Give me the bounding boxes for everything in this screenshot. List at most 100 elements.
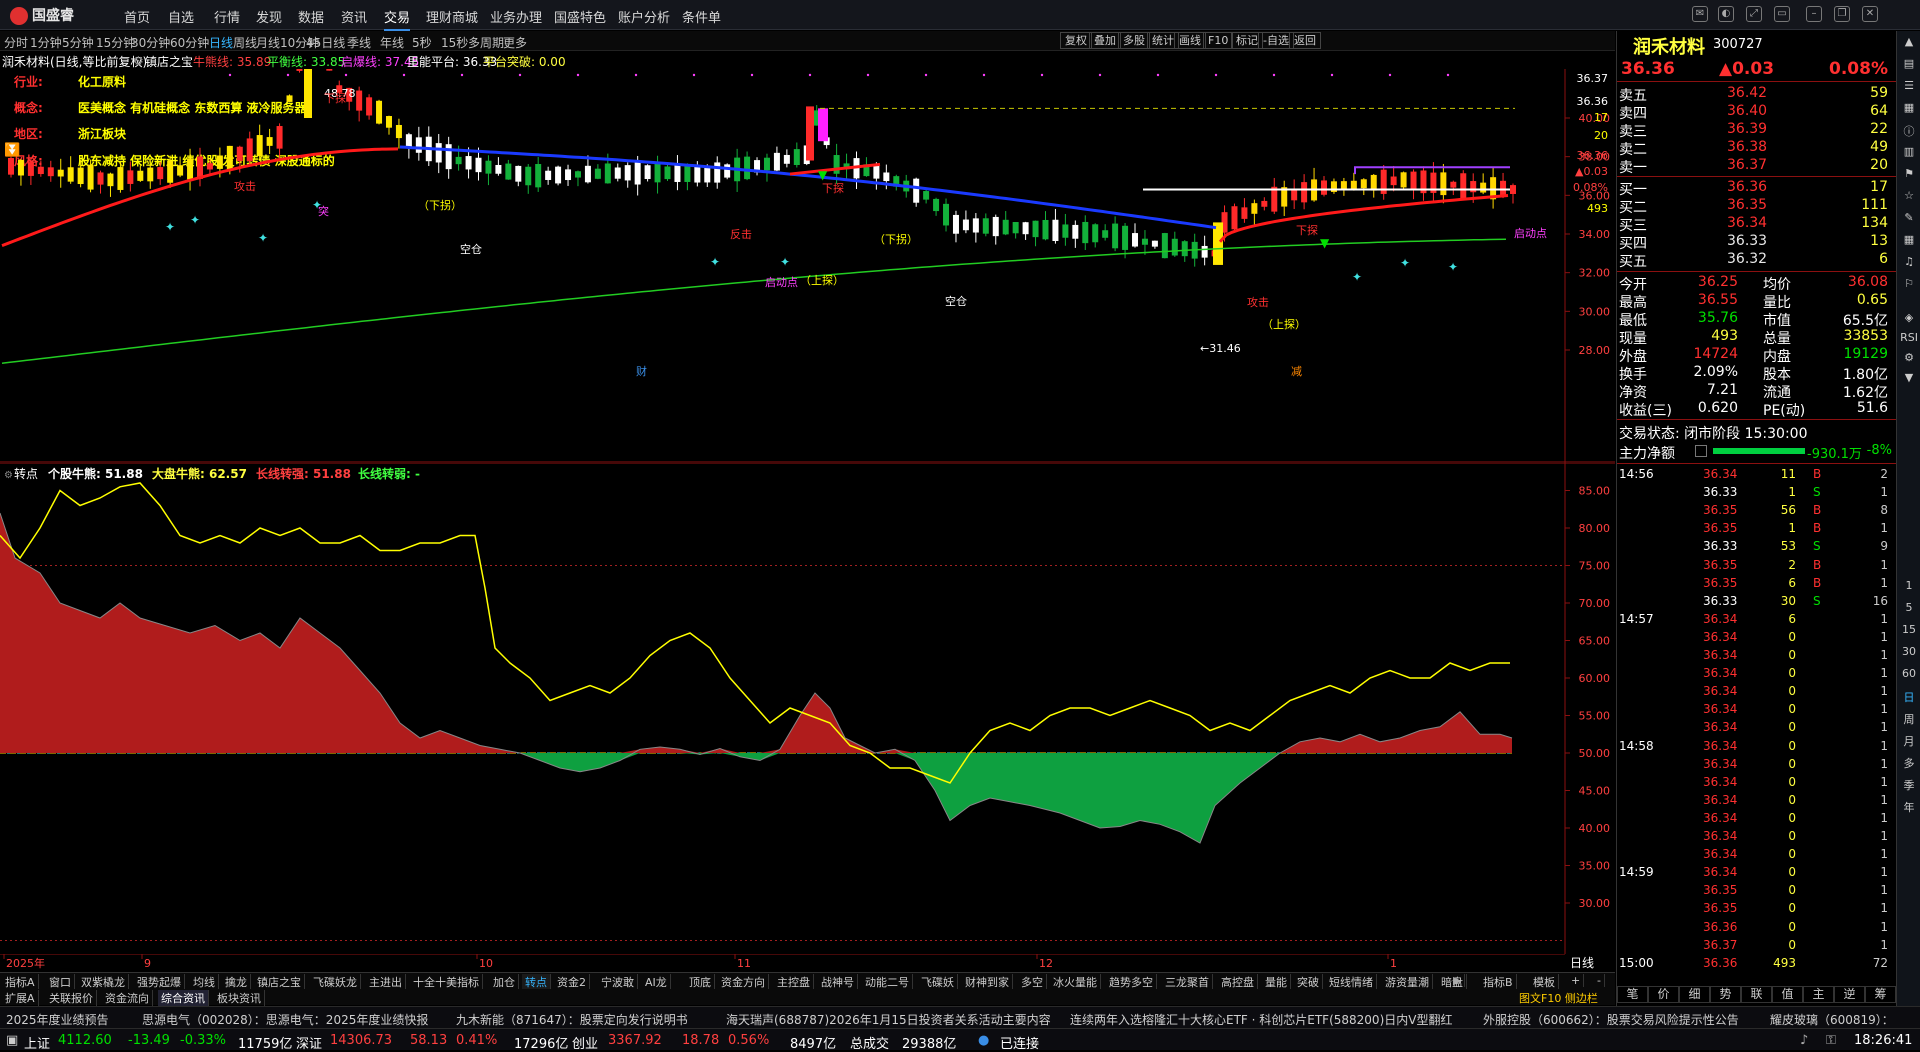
side-period-2[interactable]: 15 [1900, 623, 1918, 641]
period-5[interactable]: 60分钟 [170, 34, 209, 51]
speaker-icon[interactable]: ♪ [1800, 1033, 1808, 1048]
indicator-tab-25[interactable]: 三龙聚首 [1162, 974, 1213, 990]
indicator-tab-27[interactable]: 量能 [1262, 974, 1291, 990]
indicator-tab-26[interactable]: 高控盘 [1218, 974, 1258, 990]
quote-tab-8[interactable]: 筹 [1865, 986, 1896, 1003]
indicator-tab-7[interactable]: 飞碟妖龙 [310, 974, 361, 990]
news-item-1[interactable]: 思源电气（002028）：思源电气：2025年度业绩快报 [142, 1011, 428, 1028]
indicator-tab-15[interactable]: 顶底 [686, 974, 715, 990]
zhuandian-indicator-chart[interactable]: 85.00 80.00 75.00 70.00 65.00 60.00 55.00 50.00… [0, 463, 1615, 954]
period-0[interactable]: 分时 [4, 34, 28, 51]
news-item-2[interactable]: 九木新能（871647）：股票定向发行说明书 [456, 1011, 688, 1028]
note-icon[interactable]: ✎ [1900, 211, 1918, 229]
indicator-right-1[interactable]: 模板 [1530, 974, 1559, 990]
toolbar-button-0[interactable]: 复权 [1060, 32, 1092, 49]
indicator-tab-18[interactable]: 战神号 [818, 974, 858, 990]
rsi-icon[interactable]: RSI [1900, 331, 1918, 349]
star-icon[interactable]: ☆ [1900, 189, 1918, 207]
settings-icon[interactable]: ⚙ [1900, 351, 1918, 369]
side-period-10[interactable]: 年 [1900, 799, 1918, 817]
indicator-tab-14[interactable]: AI龙 [642, 974, 671, 990]
toolbar-button-2[interactable]: 多股 [1118, 32, 1150, 49]
indicator-right-3[interactable]: - [1594, 974, 1605, 987]
bell-icon[interactable]: ♫ [1900, 255, 1918, 273]
indicator-tab-21[interactable]: 财神到家 [962, 974, 1013, 990]
indicator-tab-0[interactable]: 指标A [2, 974, 39, 990]
grid-icon[interactable]: ▦ [1900, 101, 1918, 119]
indicator-tab-30[interactable]: 游资量潮 [1382, 974, 1433, 990]
side-period-4[interactable]: 60 [1900, 667, 1918, 685]
side-period-0[interactable]: 1 [1900, 579, 1918, 597]
nav-9[interactable]: 国盛特色 [554, 7, 606, 26]
indicator-tab-1[interactable]: 窗口 [46, 974, 75, 990]
news-item-0[interactable]: 2025年度业绩预告 [6, 1011, 109, 1028]
period-15[interactable]: 多周期 [468, 34, 504, 51]
window-icon[interactable]: ▭ [1774, 6, 1790, 22]
flag-icon[interactable]: ⚑ [1900, 167, 1918, 185]
toolbar-button-1[interactable]: 叠加 [1089, 32, 1121, 49]
period-11[interactable]: 季线 [347, 34, 371, 51]
nav-6[interactable]: 交易 [384, 7, 411, 31]
status-icon[interactable]: ▣ [6, 1033, 18, 1048]
period-3[interactable]: 15分钟 [96, 34, 135, 51]
indicator-tab-11[interactable]: 转点 [522, 974, 551, 990]
period-12[interactable]: 年线 [380, 34, 404, 51]
nav-2[interactable]: 行情 [214, 7, 240, 26]
period-16[interactable]: 更多 [503, 34, 527, 51]
quote-tab-0[interactable]: 笔 [1617, 986, 1648, 1003]
chart-icon[interactable]: ▤ [1900, 57, 1918, 75]
info-icon[interactable]: ⓘ [1900, 123, 1918, 141]
indicator-tab-24[interactable]: 趋势多空 [1106, 974, 1157, 990]
kline-chart[interactable]: 40.0038.0036.0034.0032.0030.0028.00行业: 化工… [0, 69, 1615, 463]
connection-icon[interactable]: ● [978, 1033, 989, 1048]
quote-tab-6[interactable]: 主 [1803, 986, 1834, 1003]
period-13[interactable]: 5秒 [412, 34, 432, 51]
indicator-tab-2[interactable]: 双紫橇龙 [78, 974, 129, 990]
indicator-tab-19[interactable]: 动能二号 [862, 974, 913, 990]
nav-5[interactable]: 资讯 [341, 7, 367, 26]
side-period-1[interactable]: 5 [1900, 601, 1918, 619]
period-14[interactable]: 15秒 [441, 34, 468, 51]
info-tab-1[interactable]: 关联报价 [46, 990, 97, 1006]
period-10[interactable]: 45日线 [306, 34, 345, 51]
toolbar-button-8[interactable]: 返回 [1289, 32, 1321, 49]
nav-8[interactable]: 业务办理 [490, 7, 542, 26]
indicator-tab-29[interactable]: 短线情绪 [1326, 974, 1377, 990]
down-arrow-icon[interactable]: ▼ [1900, 371, 1918, 389]
side-period-6[interactable]: 周 [1900, 711, 1918, 729]
indicator-tab-8[interactable]: 主进出 [366, 974, 406, 990]
up-arrow-icon[interactable]: ▲ [1900, 35, 1918, 53]
restore-button[interactable]: ❐ [1834, 6, 1850, 22]
indicator-tab-9[interactable]: 十全十美指标 [410, 974, 483, 990]
indicator-right-0[interactable]: 指标B [1480, 974, 1517, 990]
period-1[interactable]: 1分钟 [30, 34, 62, 51]
indicator-more-arrow[interactable]: ▶ [1450, 974, 1466, 987]
period-7[interactable]: 周线 [233, 34, 257, 51]
close-button[interactable]: ✕ [1862, 6, 1878, 22]
main-net-toggle[interactable] [1695, 445, 1707, 457]
indicator-tab-10[interactable]: 加仓 [490, 974, 519, 990]
indicator-settings-icon[interactable]: ⚙ [133, 54, 144, 68]
fullscreen-icon[interactable]: ⤢ [1746, 6, 1762, 22]
nav-4[interactable]: 数据 [298, 7, 324, 26]
indicator-tab-22[interactable]: 多空 [1018, 974, 1047, 990]
nav-10[interactable]: 账户分析 [618, 7, 670, 26]
lock-icon[interactable]: ⚿ [1826, 1033, 1836, 1048]
quote-tab-1[interactable]: 价 [1648, 986, 1679, 1003]
info-tab-2[interactable]: 资金流向 [102, 990, 153, 1006]
table-icon[interactable]: ▦ [1900, 233, 1918, 251]
skin-icon[interactable]: ◐ [1718, 6, 1734, 22]
indicator-tab-20[interactable]: 飞碟妖 [918, 974, 958, 990]
message-icon[interactable]: ✉ [1692, 6, 1708, 22]
indicator-tab-16[interactable]: 资金方向 [718, 974, 769, 990]
indicator-tab-4[interactable]: 均线 [190, 974, 219, 990]
side-period-9[interactable]: 季 [1900, 777, 1918, 795]
period-6[interactable]: 日线 [209, 34, 233, 51]
side-period-8[interactable]: 多 [1900, 755, 1918, 773]
list-icon[interactable]: ☰ [1900, 79, 1918, 97]
nav-11[interactable]: 条件单 [682, 7, 721, 26]
side-period-3[interactable]: 30 [1900, 645, 1918, 663]
news-item-4[interactable]: 连续两年入选榕隆汇十大核心ETF · 科创芯片ETF(588200)日内V型翻红 [1070, 1011, 1452, 1028]
indicator-tab-23[interactable]: 冰火量能 [1050, 974, 1101, 990]
nav-1[interactable]: 自选 [168, 7, 194, 26]
